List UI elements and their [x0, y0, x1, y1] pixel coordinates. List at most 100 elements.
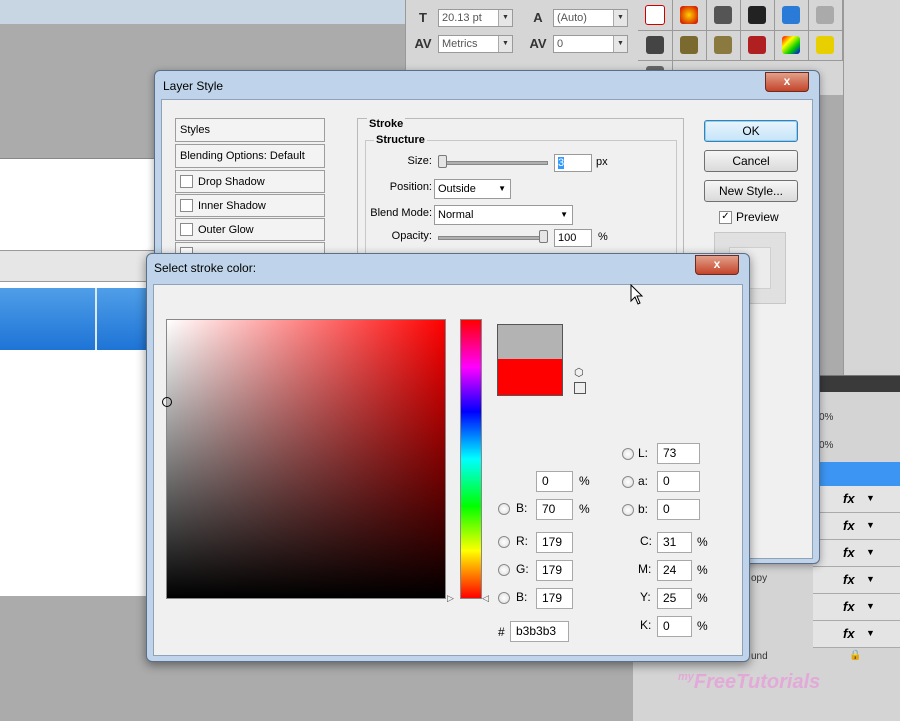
- yellow-label: Y:: [640, 590, 651, 604]
- style-swatch[interactable]: [706, 30, 741, 61]
- document-canvas[interactable]: [0, 158, 160, 596]
- saturation-input[interactable]: 0: [536, 471, 573, 492]
- kerning-icon: AV: [414, 36, 432, 51]
- chevron-down-icon[interactable]: ▼: [866, 547, 875, 557]
- style-swatch[interactable]: [638, 0, 673, 31]
- style-item-drop-shadow[interactable]: Drop Shadow: [175, 170, 325, 193]
- size-slider-thumb[interactable]: [438, 155, 447, 168]
- chevron-down-icon: ▼: [498, 184, 506, 193]
- a-channel-input[interactable]: 0: [657, 471, 700, 492]
- style-swatch[interactable]: [740, 30, 775, 61]
- layer-row[interactable]: fx ▼: [813, 567, 900, 594]
- yellow-input[interactable]: 25: [657, 588, 692, 609]
- opacity-input[interactable]: 100: [554, 229, 592, 247]
- drop-shadow-checkbox[interactable]: [180, 175, 193, 188]
- ok-button[interactable]: OK: [704, 120, 798, 142]
- new-style-button[interactable]: New Style...: [704, 180, 798, 202]
- outer-glow-checkbox[interactable]: [180, 223, 193, 236]
- close-button[interactable]: x: [695, 255, 739, 275]
- style-swatch[interactable]: [774, 0, 809, 31]
- app-title-strip: [0, 0, 405, 24]
- tracking-field[interactable]: 0 ▼: [553, 35, 628, 53]
- chevron-down-icon[interactable]: ▼: [866, 493, 875, 503]
- layer-row[interactable]: fx ▼: [813, 594, 900, 621]
- hex-label: #: [498, 625, 505, 639]
- kerning-row: AV Metrics ▼ AV 0 ▼: [414, 34, 628, 54]
- inner-shadow-checkbox[interactable]: [180, 199, 193, 212]
- hex-input[interactable]: b3b3b3: [510, 621, 569, 642]
- size-input[interactable]: 3: [554, 154, 592, 172]
- kerning-field[interactable]: Metrics ▼: [438, 35, 513, 53]
- dialog-title: Layer Style: [163, 79, 224, 93]
- position-select[interactable]: Outside ▼: [434, 179, 511, 199]
- red-radio[interactable]: [498, 536, 510, 548]
- hue-slider[interactable]: [460, 319, 482, 599]
- cyan-input[interactable]: 31: [657, 532, 692, 553]
- green-label: G:: [516, 562, 529, 576]
- style-swatch[interactable]: [808, 30, 843, 61]
- cancel-button[interactable]: Cancel: [704, 150, 798, 172]
- b-channel-input[interactable]: 0: [657, 499, 700, 520]
- fx-icon: fx: [843, 572, 855, 587]
- blending-options-item[interactable]: Blending Options: Default: [175, 144, 325, 168]
- opacity-slider-thumb[interactable]: [539, 230, 548, 243]
- color-picker-body: ▷ ◁ ⬡ 0 % B: 70 % R: 179 G: 179 B: 179 #…: [153, 284, 743, 656]
- layer-row[interactable]: fx ▼: [813, 621, 900, 648]
- style-swatch[interactable]: [740, 0, 775, 31]
- style-swatch[interactable]: [672, 0, 707, 31]
- chevron-down-icon[interactable]: ▼: [866, 628, 875, 638]
- preview-checkbox[interactable]: ✓: [719, 211, 732, 224]
- brightness-input[interactable]: 70: [536, 499, 573, 520]
- cube-icon[interactable]: ⬡: [574, 366, 584, 379]
- style-swatch[interactable]: [672, 30, 707, 61]
- chevron-down-icon[interactable]: ▼: [866, 601, 875, 611]
- black-input[interactable]: 0: [657, 616, 692, 637]
- chevron-down-icon[interactable]: ▼: [866, 520, 875, 530]
- red-input[interactable]: 179: [536, 532, 573, 553]
- hue-slider-right-arrow[interactable]: ◁: [482, 593, 489, 604]
- blend-mode-select[interactable]: Normal ▼: [434, 205, 573, 225]
- styles-header[interactable]: Styles: [175, 118, 325, 142]
- style-swatch[interactable]: [706, 0, 741, 31]
- a-channel-radio[interactable]: [622, 476, 634, 488]
- style-item-inner-shadow[interactable]: Inner Shadow: [175, 194, 325, 217]
- style-swatch[interactable]: [774, 30, 809, 61]
- position-label: Position:: [389, 181, 432, 193]
- saturation-brightness-field[interactable]: [166, 319, 446, 599]
- green-radio[interactable]: [498, 564, 510, 576]
- current-color-swatch[interactable]: [497, 359, 563, 396]
- right-panel-strip: [843, 0, 900, 375]
- black-label: K:: [640, 618, 652, 632]
- style-item-outer-glow[interactable]: Outer Glow: [175, 218, 325, 241]
- stroke-title: Stroke: [367, 118, 406, 130]
- color-field-cursor[interactable]: [162, 397, 172, 407]
- brightness-radio[interactable]: [498, 503, 510, 515]
- brightness-label: B:: [516, 501, 528, 515]
- chevron-down-icon[interactable]: ▼: [866, 574, 875, 584]
- blue-label: B:: [516, 590, 528, 604]
- magenta-input[interactable]: 24: [657, 560, 692, 581]
- green-input[interactable]: 179: [536, 560, 573, 581]
- lightness-input[interactable]: 73: [657, 443, 700, 464]
- cyan-unit: %: [697, 535, 708, 549]
- web-safe-icon[interactable]: [574, 382, 586, 394]
- size-unit: px: [596, 156, 608, 168]
- layer-row[interactable]: fx ▼: [813, 486, 900, 513]
- style-swatch[interactable]: [638, 30, 673, 61]
- leading-field[interactable]: (Auto) ▼: [553, 9, 628, 27]
- close-button[interactable]: x: [765, 72, 809, 92]
- b-channel-radio[interactable]: [622, 504, 634, 516]
- layer-row-selected[interactable]: [813, 462, 900, 486]
- opacity-label: Opacity:: [391, 230, 432, 242]
- lightness-radio[interactable]: [622, 448, 634, 460]
- hue-slider-left-arrow[interactable]: ▷: [447, 593, 454, 604]
- blue-radio[interactable]: [498, 592, 510, 604]
- font-size-field[interactable]: 20.13 pt ▼: [438, 9, 513, 27]
- chevron-down-icon: ▼: [560, 210, 568, 219]
- opacity-slider-track[interactable]: [438, 236, 548, 240]
- layer-row[interactable]: fx ▼: [813, 540, 900, 567]
- blue-input[interactable]: 179: [536, 588, 573, 609]
- size-slider-track[interactable]: [438, 161, 548, 165]
- style-swatch[interactable]: [808, 0, 843, 31]
- layer-row[interactable]: fx ▼: [813, 513, 900, 540]
